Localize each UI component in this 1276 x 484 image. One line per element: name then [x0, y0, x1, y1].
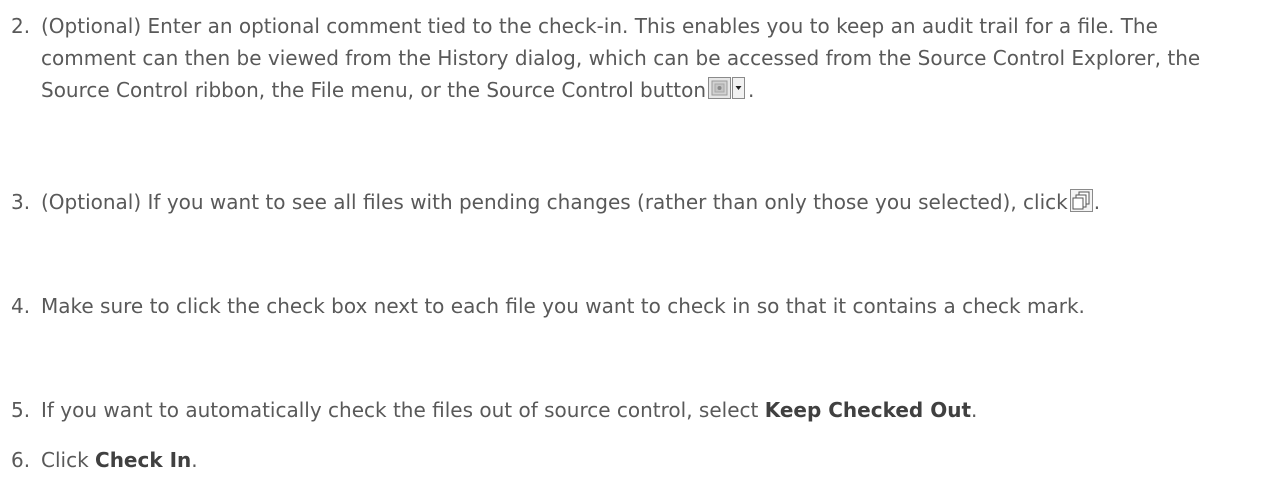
- step-number: 6.: [11, 448, 31, 472]
- step-number: 4.: [11, 294, 31, 318]
- step-text-end: .: [971, 398, 978, 422]
- check-in-button-label: Check In: [95, 448, 192, 472]
- step-number: 2.: [11, 14, 31, 38]
- step-text: Make sure to click the check box next to…: [41, 294, 1085, 318]
- step-text-body: (Optional) If you want to see all files …: [41, 190, 1068, 214]
- step-text-end: .: [748, 78, 755, 102]
- step-number: 5.: [11, 398, 31, 422]
- source-control-button-icon: [708, 77, 748, 101]
- step-text: If you want to automatically check the f…: [41, 394, 1253, 426]
- step-text-body: (Optional) Enter an optional comment tie…: [41, 14, 1201, 102]
- step-text-end: .: [1093, 190, 1101, 214]
- show-all-pending-files-icon: [1069, 189, 1094, 213]
- step-text: (Optional) If you want to see all files …: [41, 186, 1171, 218]
- step-text-body: If you want to automatically check the f…: [41, 398, 759, 422]
- step-text: (Optional) Enter an optional comment tie…: [41, 10, 1241, 106]
- keep-checked-out-option: Keep Checked Out: [764, 398, 972, 422]
- step-text-end: .: [191, 448, 198, 472]
- step-text: Click Check In.: [41, 444, 1253, 476]
- step-text-body: Click: [41, 448, 89, 472]
- step-number: 3.: [11, 190, 31, 214]
